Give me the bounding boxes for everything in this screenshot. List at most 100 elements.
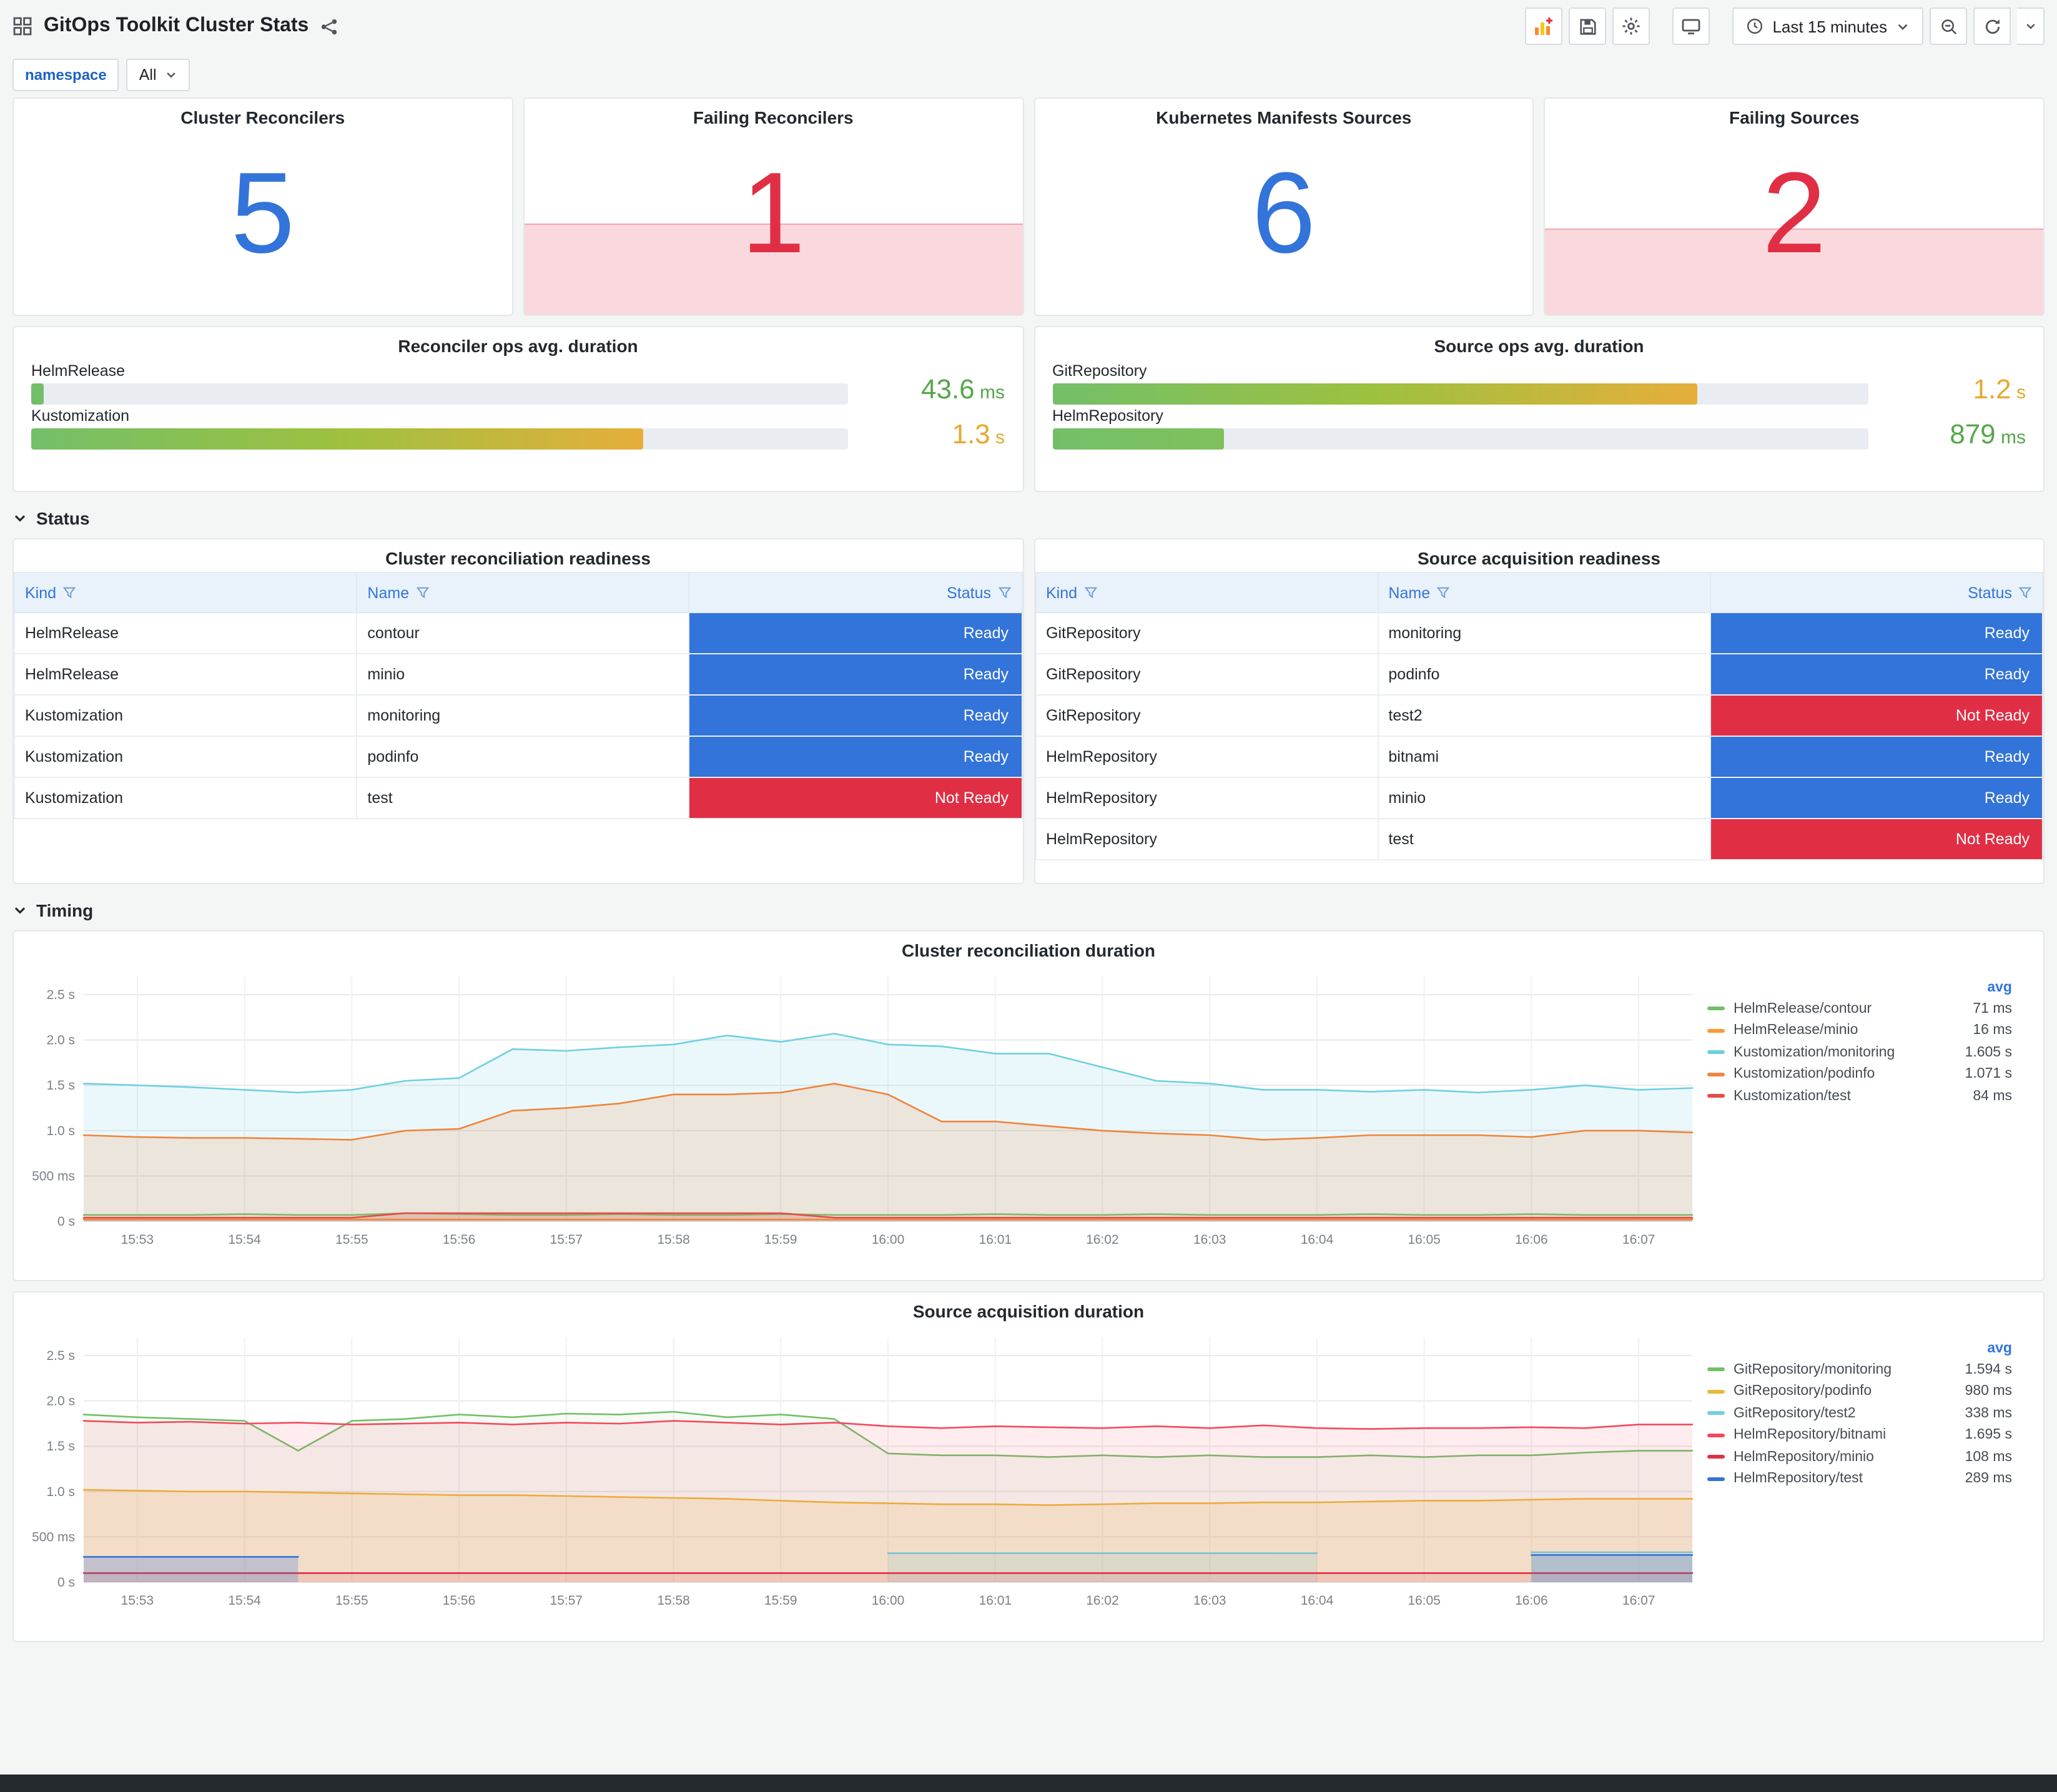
- cell-status: Not Ready: [1709, 818, 2044, 860]
- zoom-out-button[interactable]: [1930, 7, 1967, 45]
- legend-series-name[interactable]: GitRepository/podinfo: [1734, 1384, 1956, 1399]
- panel-title[interactable]: Cluster reconciliation readiness: [14, 539, 1022, 572]
- svg-text:16:01: 16:01: [979, 1593, 1012, 1608]
- share-icon[interactable]: [320, 17, 338, 36]
- legend-series-name[interactable]: Kustomization/podinfo: [1734, 1067, 1956, 1082]
- panel-title[interactable]: Source ops avg. duration: [1052, 327, 2026, 360]
- gauge-bar-fill: [31, 383, 44, 405]
- legend-series-avg: 1.071 s: [1965, 1066, 2012, 1082]
- cell-kind: GitRepository: [1034, 653, 1379, 696]
- gauge-bar-fill: [1052, 428, 1224, 450]
- variable-namespace-label: namespace: [12, 59, 119, 91]
- legend-series-name[interactable]: HelmRelease/minio: [1734, 1023, 1964, 1038]
- column-header-name[interactable]: Name: [356, 572, 690, 613]
- section-status[interactable]: Status: [12, 508, 2045, 528]
- legend-item[interactable]: GitRepository/test2 338 ms: [1707, 1402, 2012, 1424]
- svg-text:16:07: 16:07: [1622, 1233, 1655, 1247]
- legend-item[interactable]: HelmRepository/bitnami 1.695 s: [1707, 1424, 2012, 1446]
- time-range-picker[interactable]: Last 15 minutes: [1732, 7, 1923, 45]
- legend-item[interactable]: GitRepository/monitoring 1.594 s: [1707, 1359, 2012, 1381]
- legend-series-name[interactable]: HelmRepository/test: [1734, 1472, 1956, 1487]
- panel-title[interactable]: Reconciler ops avg. duration: [31, 327, 1005, 360]
- cell-status: Ready: [688, 694, 1023, 737]
- filter-funnel-icon[interactable]: [2018, 586, 2032, 599]
- legend-series-name[interactable]: HelmRepository/bitnami: [1734, 1428, 1956, 1443]
- svg-text:15:56: 15:56: [443, 1233, 476, 1247]
- legend-series-marker: [1707, 1389, 1725, 1394]
- legend-series-name[interactable]: HelmRepository/minio: [1734, 1450, 1956, 1465]
- cell-name: monitoring: [356, 694, 690, 737]
- gauge-bar-value: 879 ms: [1950, 418, 2026, 450]
- panel-title[interactable]: Kubernetes Manifests Sources: [1035, 99, 1533, 131]
- time-series-chart[interactable]: 0 s 500 ms 1.0 s 1.5 s 2.0 s 2.5 s 15:53 15:54 1…: [21, 964, 1707, 1254]
- chart-legend: avg HelmRelease/contour 71 ms HelmRelease/m…: [1707, 964, 2022, 1107]
- svg-text:15:57: 15:57: [550, 1593, 583, 1608]
- legend-series-avg: 1.594 s: [1965, 1362, 2012, 1377]
- legend-series-name[interactable]: GitRepository/test2: [1734, 1406, 1956, 1421]
- legend-item[interactable]: Kustomization/podinfo 1.071 s: [1707, 1063, 2012, 1085]
- cell-status: Not Ready: [688, 777, 1023, 819]
- filter-funnel-icon[interactable]: [1083, 586, 1097, 599]
- panel-title[interactable]: Cluster reconciliation duration: [21, 932, 2036, 964]
- top-bar: GitOps Toolkit Cluster Stats Last 15 min…: [12, 0, 2045, 52]
- filter-funnel-icon[interactable]: [1436, 586, 1450, 599]
- svg-text:15:55: 15:55: [335, 1233, 368, 1247]
- svg-text:16:03: 16:03: [1193, 1593, 1226, 1608]
- panel-title[interactable]: Failing Reconcilers: [525, 99, 1023, 131]
- legend-series-marker: [1707, 1367, 1725, 1372]
- gauge-bar-track: [1052, 428, 1868, 450]
- cell-kind: HelmRepository: [1034, 818, 1379, 860]
- legend-item[interactable]: HelmRelease/minio 16 ms: [1707, 1020, 2012, 1041]
- time-series-chart[interactable]: 0 s 500 ms 1.0 s 1.5 s 2.0 s 2.5 s 15:53 15:54 1…: [21, 1325, 1707, 1615]
- panel-title[interactable]: Source acquisition readiness: [1035, 539, 2043, 572]
- panel-title[interactable]: Failing Sources: [1546, 99, 2044, 131]
- variable-namespace-value-dropdown[interactable]: All: [126, 59, 190, 91]
- settings-gear-button[interactable]: [1612, 7, 1650, 45]
- svg-text:500 ms: 500 ms: [32, 1530, 75, 1544]
- column-header-kind[interactable]: Kind: [13, 572, 358, 613]
- gauge-bar-label: HelmRelease: [31, 362, 126, 380]
- add-panel-button[interactable]: [1525, 7, 1563, 45]
- column-header-status[interactable]: Status: [1709, 572, 2044, 613]
- filter-funnel-icon[interactable]: [62, 586, 76, 599]
- svg-text:16:05: 16:05: [1408, 1233, 1441, 1247]
- legend-item[interactable]: HelmRelease/contour 71 ms: [1707, 998, 2012, 1020]
- column-header-status[interactable]: Status: [688, 572, 1023, 613]
- panel-title[interactable]: Source acquisition duration: [21, 1292, 2036, 1325]
- legend-series-name[interactable]: GitRepository/monitoring: [1734, 1362, 1956, 1377]
- column-header-kind[interactable]: Kind: [1034, 572, 1379, 613]
- panel-title[interactable]: Cluster Reconcilers: [14, 99, 512, 131]
- filter-funnel-icon[interactable]: [415, 586, 429, 599]
- save-dashboard-button[interactable]: [1569, 7, 1607, 45]
- legend-series-avg: 16 ms: [1973, 1023, 2012, 1038]
- legend-item[interactable]: HelmRepository/minio 108 ms: [1707, 1446, 2012, 1468]
- svg-text:1.5 s: 1.5 s: [46, 1078, 75, 1093]
- cell-kind: HelmRelease: [13, 612, 358, 654]
- bar-gauge-panel: Source ops avg. duration GitRepository 1.2…: [1033, 326, 2045, 492]
- table-row: GitRepository monitoring Ready: [1034, 612, 2044, 654]
- status-badge: Ready: [689, 654, 1021, 694]
- chevron-down-icon: [165, 69, 178, 81]
- legend-item[interactable]: HelmRepository/test 289 ms: [1707, 1468, 2012, 1490]
- legend-series-name[interactable]: HelmRelease/contour: [1734, 1002, 1964, 1017]
- refresh-interval-dropdown[interactable]: [2017, 7, 2045, 45]
- filter-funnel-icon[interactable]: [997, 586, 1011, 599]
- svg-text:1.5 s: 1.5 s: [46, 1439, 75, 1454]
- legend-series-marker: [1707, 1411, 1725, 1415]
- dashboard-grid-icon: [12, 16, 32, 36]
- refresh-button[interactable]: [1973, 7, 2011, 45]
- stat-value: 1: [741, 149, 806, 277]
- gauge-bar-value: 43.6 ms: [921, 373, 1005, 405]
- legend-avg-header[interactable]: avg: [1707, 1341, 2012, 1356]
- legend-avg-header[interactable]: avg: [1707, 980, 2012, 995]
- legend-item[interactable]: Kustomization/test 84 ms: [1707, 1085, 2012, 1107]
- legend-item[interactable]: GitRepository/podinfo 980 ms: [1707, 1381, 2012, 1402]
- tv-mode-button[interactable]: [1672, 7, 1710, 45]
- legend-series-name[interactable]: Kustomization/test: [1734, 1089, 1964, 1104]
- svg-text:0 s: 0 s: [57, 1214, 75, 1229]
- legend-series-name[interactable]: Kustomization/monitoring: [1734, 1045, 1956, 1060]
- section-timing[interactable]: Timing: [12, 900, 2045, 920]
- column-header-name[interactable]: Name: [1377, 572, 1711, 613]
- legend-series-marker: [1707, 1028, 1725, 1033]
- legend-item[interactable]: Kustomization/monitoring 1.605 s: [1707, 1041, 2012, 1063]
